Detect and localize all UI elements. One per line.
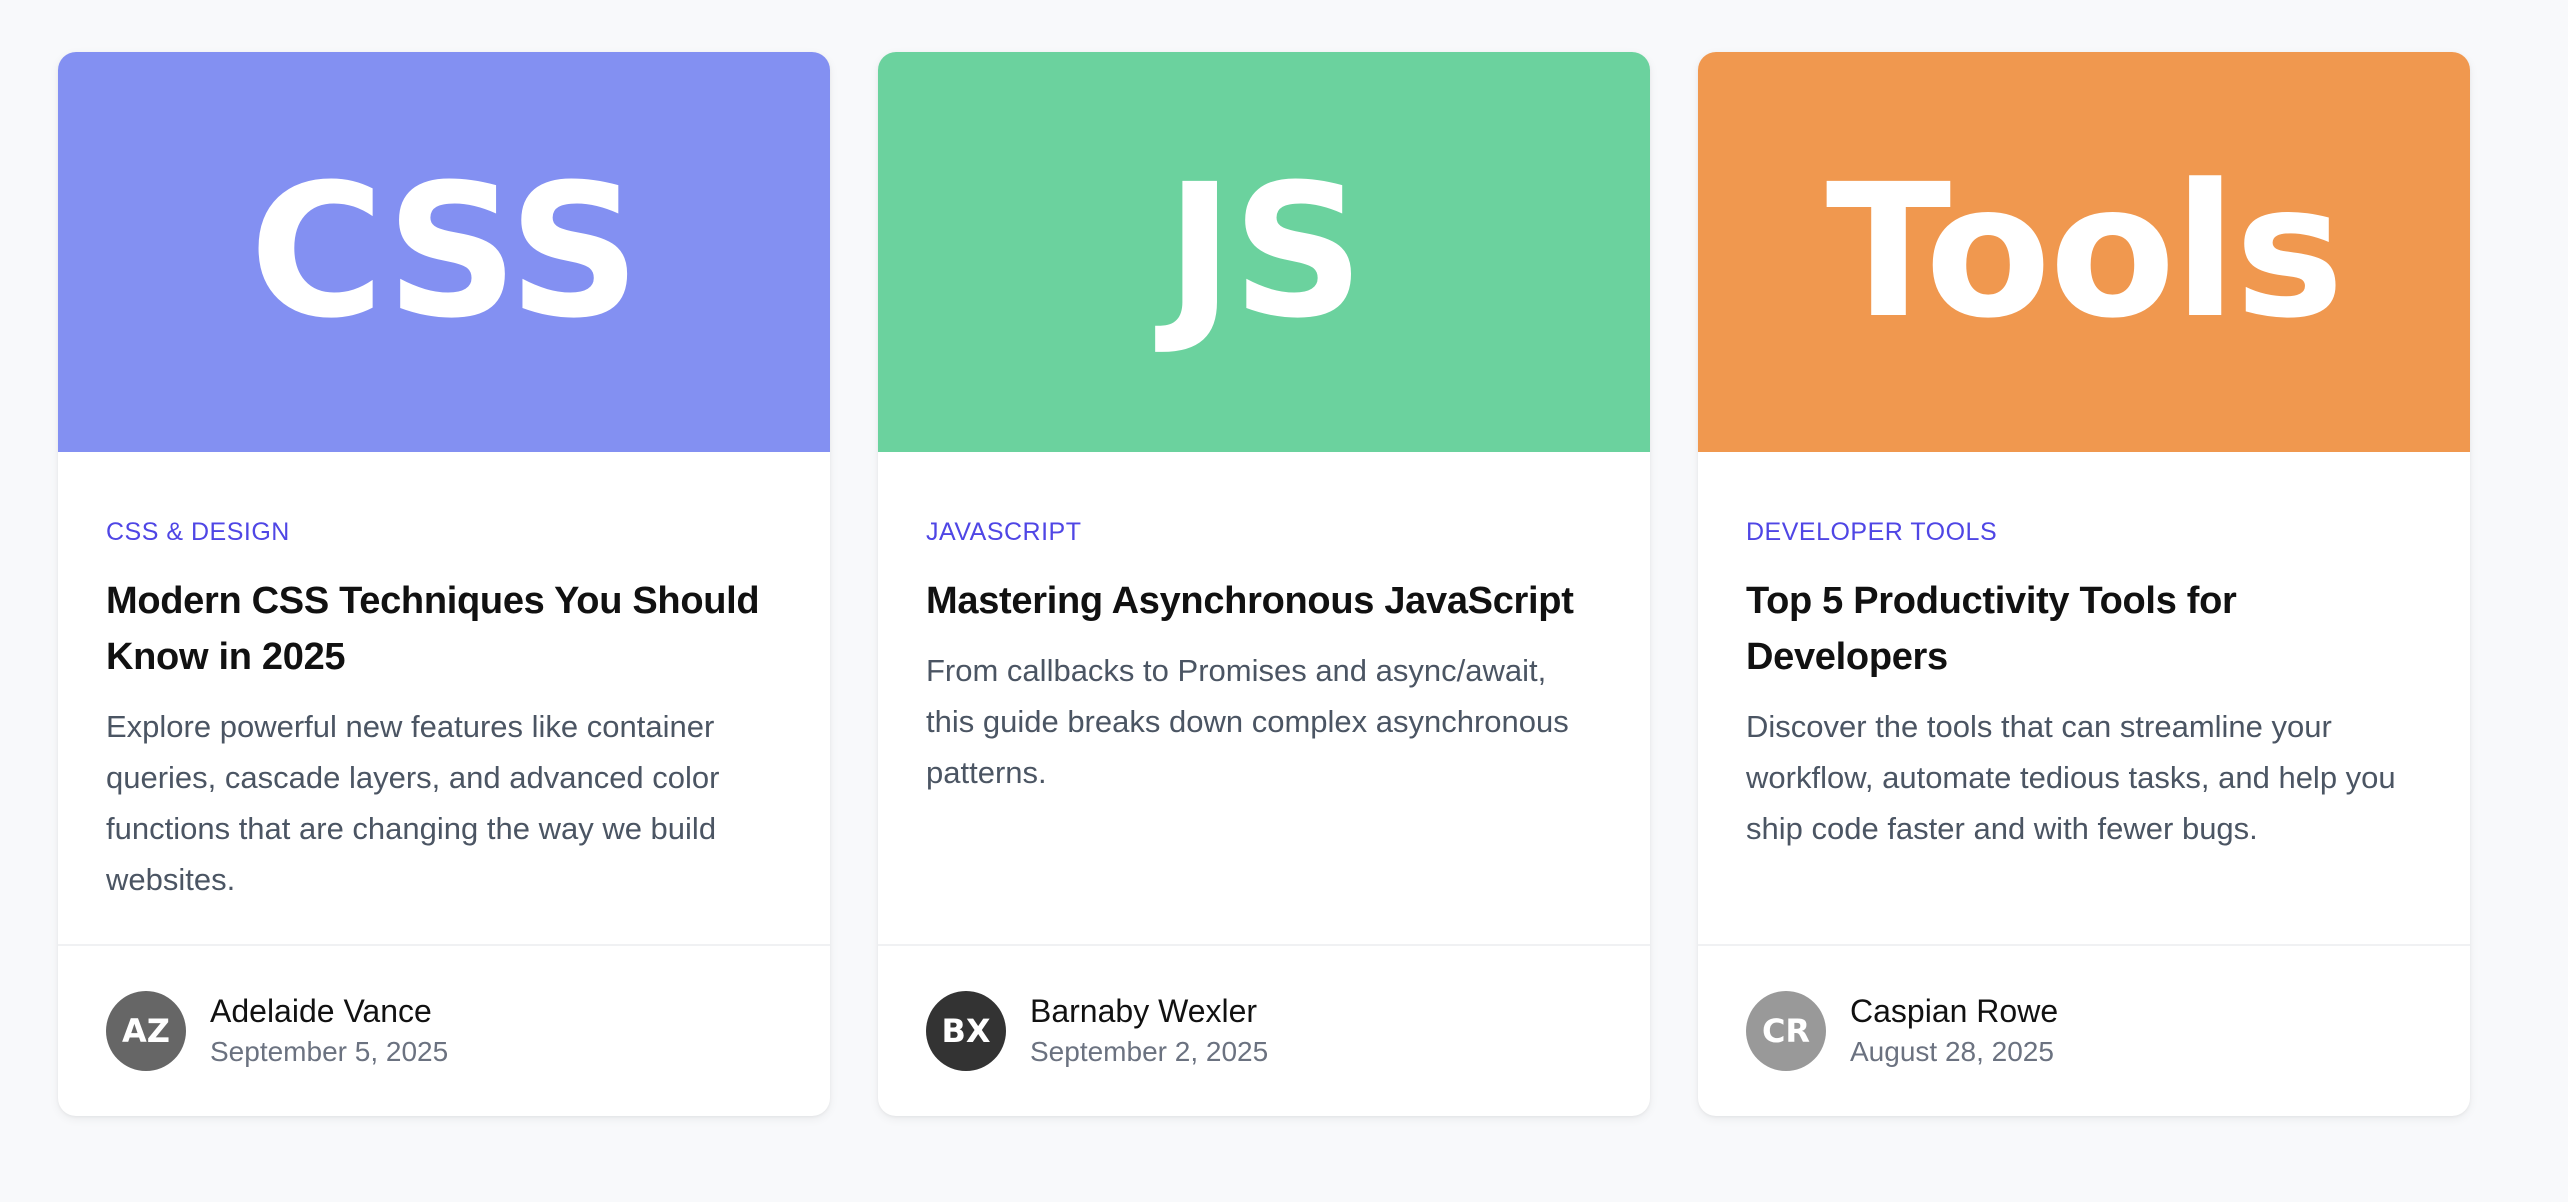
card-hero: CSS <box>58 52 830 452</box>
card-footer: CR Caspian Rowe August 28, 2025 <box>1698 944 2470 1116</box>
article-title[interactable]: Mastering Asynchronous JavaScript <box>926 573 1602 629</box>
article-excerpt: From callbacks to Promises and async/awa… <box>926 653 1569 790</box>
avatar: BX <box>926 991 1006 1071</box>
card-body: DEVELOPER TOOLS Top 5 Productivity Tools… <box>1698 452 2470 928</box>
author-name: Barnaby Wexler <box>1030 993 1258 1029</box>
article-grid: CSS CSS & DESIGN Modern CSS Techniques Y… <box>58 52 2470 1116</box>
hero-text: CSS <box>249 145 640 359</box>
article-title[interactable]: Modern CSS Techniques You Should Know in… <box>106 573 782 685</box>
article-excerpt: Explore powerful new features like conta… <box>106 709 720 897</box>
avatar: AZ <box>106 991 186 1071</box>
card-footer: AZ Adelaide Vance September 5, 2025 <box>58 944 830 1116</box>
article-excerpt: Discover the tools that can streamline y… <box>1746 709 2396 846</box>
article-title[interactable]: Top 5 Productivity Tools for Developers <box>1746 573 2422 685</box>
category-label[interactable]: DEVELOPER TOOLS <box>1746 520 2422 545</box>
publish-date: September 5, 2025 <box>210 1036 449 1067</box>
author-info: Barnaby Wexler September 2, 2025 <box>1030 990 1268 1072</box>
card-hero: Tools <box>1698 52 2470 452</box>
card-body: CSS & DESIGN Modern CSS Techniques You S… <box>58 452 830 928</box>
card-body: JAVASCRIPT Mastering Asynchronous JavaSc… <box>878 452 1650 928</box>
publish-date: August 28, 2025 <box>1850 1036 2054 1067</box>
category-label[interactable]: CSS & DESIGN <box>106 520 782 545</box>
article-card-tools[interactable]: Tools DEVELOPER TOOLS Top 5 Productivity… <box>1698 52 2470 1116</box>
publish-date: September 2, 2025 <box>1030 1036 1269 1067</box>
article-card-css[interactable]: CSS CSS & DESIGN Modern CSS Techniques Y… <box>58 52 830 1116</box>
card-hero: JS <box>878 52 1650 452</box>
author-name: Adelaide Vance <box>210 993 432 1029</box>
hero-text: JS <box>1165 145 1365 359</box>
category-label[interactable]: JAVASCRIPT <box>926 520 1602 545</box>
author-name: Caspian Rowe <box>1850 993 2059 1029</box>
avatar: CR <box>1746 991 1826 1071</box>
hero-text: Tools <box>1825 145 2344 359</box>
card-footer: BX Barnaby Wexler September 2, 2025 <box>878 944 1650 1116</box>
author-info: Adelaide Vance September 5, 2025 <box>210 990 448 1072</box>
author-info: Caspian Rowe August 28, 2025 <box>1850 990 2058 1072</box>
article-card-js[interactable]: JS JAVASCRIPT Mastering Asynchronous Jav… <box>878 52 1650 1116</box>
